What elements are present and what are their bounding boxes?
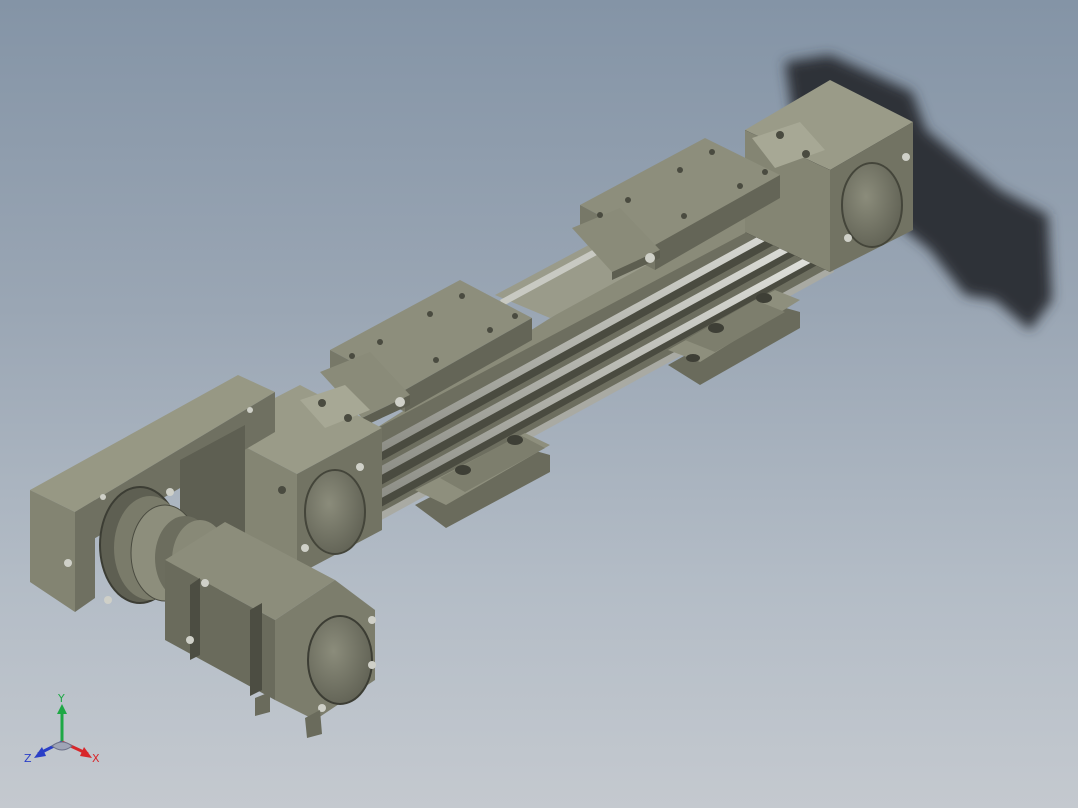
- linear-module-3d-model[interactable]: [0, 0, 1078, 808]
- y-axis-label: Y: [57, 692, 65, 705]
- y-axis-arrow: [57, 704, 67, 714]
- servo-motor[interactable]: [165, 522, 376, 738]
- x-axis-label: X: [92, 752, 100, 765]
- z-axis-arrow: [34, 747, 46, 758]
- axis-triad: Y X Z: [24, 692, 100, 765]
- x-axis-arrow: [80, 747, 92, 758]
- triad-plane: [51, 741, 73, 751]
- z-axis-label: Z: [24, 752, 32, 765]
- cad-viewport[interactable]: Y X Z: [0, 0, 1078, 808]
